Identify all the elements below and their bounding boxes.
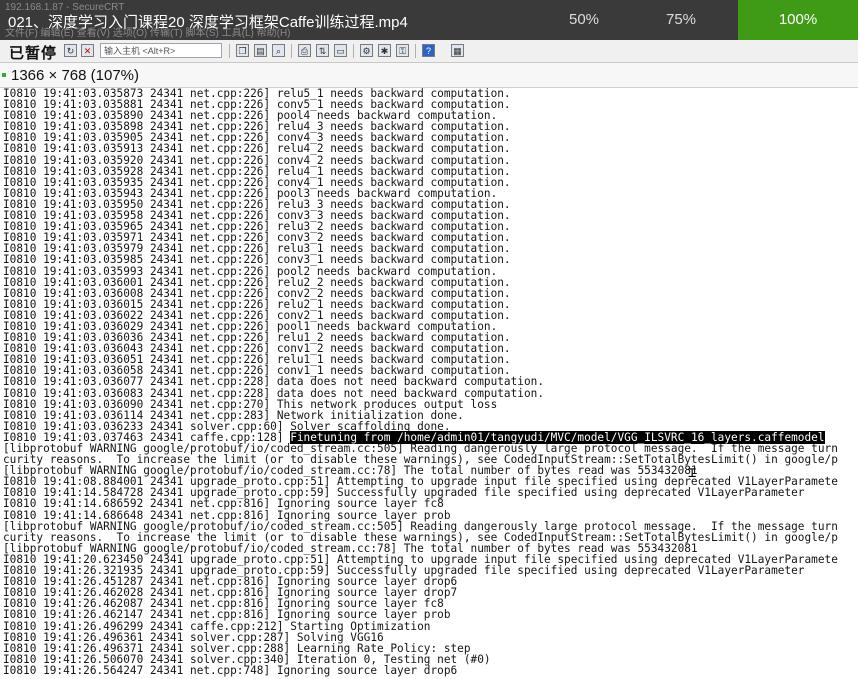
status-dot-icon [2,73,6,77]
sftp-icon[interactable]: ⇅ [316,44,329,57]
copy-icon[interactable]: ❐ [236,44,249,57]
printer-icon[interactable]: ▭ [334,44,347,57]
key-icon[interactable]: ⚿ [396,44,409,57]
session-options-icon[interactable]: ⚙ [360,44,373,57]
securecrt-toolbar: 已暂停 ↻ ✕ 输入主机 <Alt+R> ❐ ▤ ⌕ ⎙ ⇅ ▭ ⚙ ✱ ⚿ ?… [0,40,858,63]
toolbar-divider [353,44,354,58]
video-player-header: 192.168.1.87 - SecureCRT 文件(F) 编辑(E) 查看(… [0,0,858,40]
find-icon[interactable]: ⌕ [272,44,285,57]
reconnect-icon[interactable]: ↻ [64,44,77,57]
terminal-line: I0810 19:41:03.035920 24341 net.cpp:226]… [3,153,511,167]
mouse-cursor-icon: ⌶ [688,465,697,481]
terminal-line: I0810 19:41:26.462147 24341 net.cpp:816]… [3,608,451,622]
toolbar-divider [291,44,292,58]
toolbar-divider [229,44,230,58]
speed-50-button[interactable]: 50% [545,0,623,40]
help-icon[interactable]: ? [422,44,435,57]
speed-100-button[interactable]: 100% [738,0,858,40]
tile-icon[interactable]: ▦ [451,44,464,57]
terminal-line: I0810 19:41:26.564247 24341 net.cpp:748]… [3,663,458,677]
video-title: 021、深度学习入门课程20 深度学习框架Caffe训练过程.mp4 [8,14,408,31]
terminal-line: I0810 19:41:03.036077 24341 net.cpp:228]… [3,375,544,389]
terminal-line: I0810 19:41:03.035913 24341 net.cpp:226]… [3,142,511,156]
host-input[interactable]: 输入主机 <Alt+R> [100,43,222,58]
resolution-bar: 1366 × 768 (107%) [0,63,858,88]
terminal-line: I0810 19:41:03.036083 24341 net.cpp:228]… [3,386,544,400]
global-options-icon[interactable]: ✱ [378,44,391,57]
disconnect-icon[interactable]: ✕ [81,44,94,57]
terminal-line: I0810 19:41:14.686648 24341 net.cpp:816]… [3,508,451,522]
resolution-label: 1366 × 768 (107%) [11,67,140,84]
terminal-line: I0810 19:41:26.496299 24341 caffe.cpp:21… [3,619,431,633]
terminal-line: I0810 19:41:03.035993 24341 net.cpp:226]… [3,264,498,278]
paused-label: 已暂停 [9,45,58,62]
print-icon[interactable]: ⎙ [298,44,311,57]
terminal-output[interactable]: I0810 19:41:03.035873 24341 net.cpp:226]… [0,88,858,679]
terminal-line: I0810 19:41:14.686592 24341 net.cpp:816]… [3,497,444,511]
terminal-line: I0810 19:41:03.035985 24341 net.cpp:226]… [3,253,511,267]
paste-icon[interactable]: ▤ [254,44,267,57]
speed-75-button[interactable]: 75% [625,0,737,40]
toolbar-divider [415,44,416,58]
